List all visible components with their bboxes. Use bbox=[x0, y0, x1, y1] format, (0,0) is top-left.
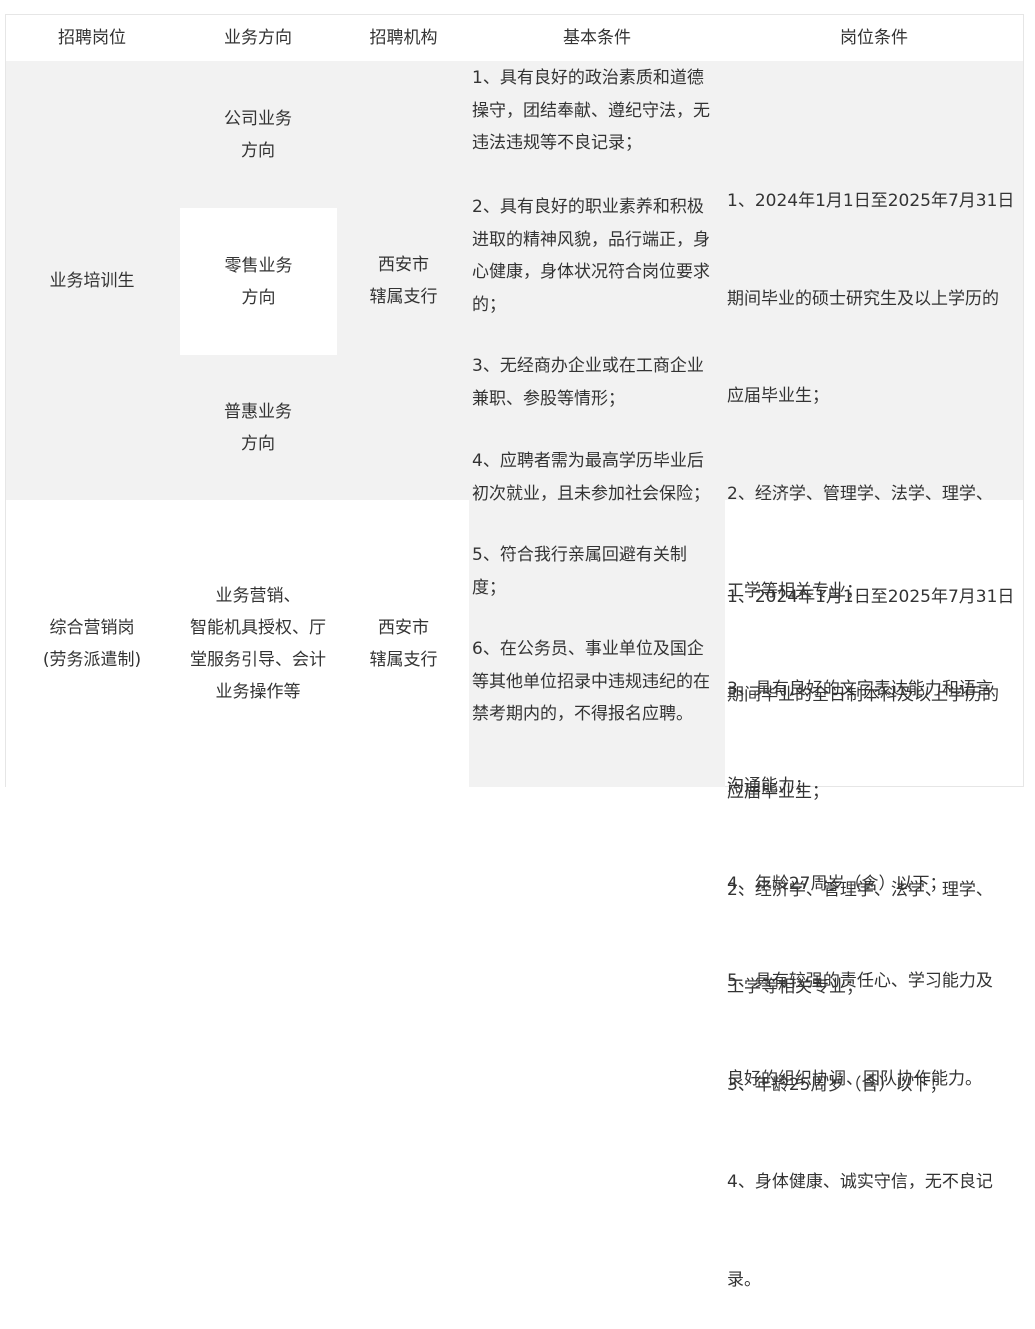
basic-condition-5: 5、符合我行亲属回避有关制 度； bbox=[472, 545, 687, 598]
direction-cell-retail: 零售业务 方向 bbox=[180, 208, 337, 355]
header-basic-conditions: 基本条件 bbox=[469, 15, 725, 61]
position-cell: 综合营销岗 (劳务派遣制) bbox=[6, 500, 178, 787]
direction-text: 方向 bbox=[241, 287, 276, 308]
direction-text: 普惠业务 bbox=[224, 401, 292, 422]
position-cell: 业务培训生 bbox=[49, 270, 135, 291]
org-cell: 西安市 辖属支行 bbox=[338, 61, 469, 500]
basic-condition-4: 4、应聘者需为最高学历毕业后 初次就业，且未参加社会保险； bbox=[472, 451, 710, 504]
direction-text: 方向 bbox=[241, 433, 275, 454]
direction-text: 方向 bbox=[241, 140, 275, 161]
direction-text: 公司业务 bbox=[224, 108, 292, 129]
header-direction: 业务方向 bbox=[178, 15, 338, 61]
header-position: 招聘岗位 bbox=[6, 15, 178, 61]
basic-condition-2: 2、具有良好的职业素养和积极 进取的精神风貌，品行端正，身 心健康，身体状况符合岗位… bbox=[472, 197, 710, 315]
direction-cell: 业务营销、 智能机具授权、厅 堂服务引导、会计 业务操作等 bbox=[178, 500, 338, 787]
org-cell: 西安市 辖属支行 bbox=[338, 500, 469, 787]
basic-condition-1: 1、具有良好的政治素质和道德 操守，团结奉献、遵纪守法，无 违法违规等不良记录； bbox=[472, 68, 710, 153]
header-org: 招聘机构 bbox=[338, 15, 469, 61]
basic-condition-6: 6、在公务员、事业单位及国企 等其他单位招录中违规违纪的在 禁考期内的，不得报名应聘… bbox=[472, 639, 710, 724]
job-conditions-row-2: 1、2024年1月1日至2025年7月31日 期间毕业的全日制本科及以上学历的 … bbox=[727, 587, 1015, 1290]
org-text: 辖属支行 bbox=[369, 286, 438, 307]
basic-condition-3: 3、无经商办企业或在工商企业 兼职、参股等情形； bbox=[472, 356, 704, 409]
direction-cell-corporate: 公司业务 方向 bbox=[178, 61, 338, 208]
direction-cell-inclusive: 普惠业务 方向 bbox=[178, 355, 338, 500]
header-job-conditions: 岗位条件 bbox=[725, 15, 1023, 61]
direction-text: 零售业务 bbox=[224, 255, 293, 276]
org-text: 西安市 bbox=[378, 254, 429, 275]
